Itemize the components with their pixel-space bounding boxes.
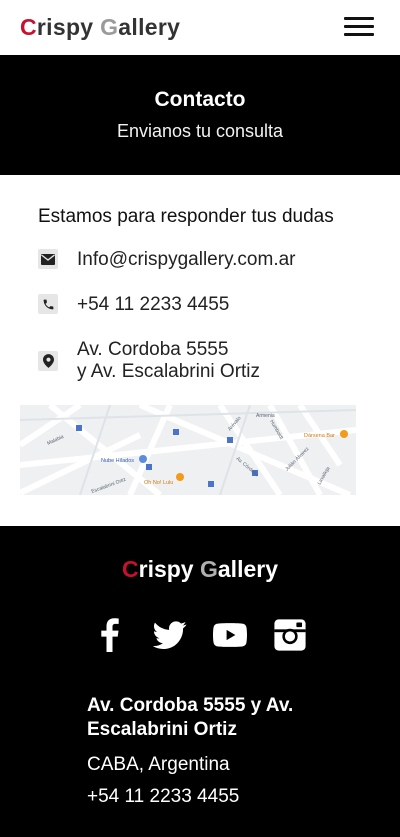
contact-address-row: Av. Cordoba 5555 y Av. Escalabrini Ortiz (38, 339, 378, 383)
menu-line (344, 33, 374, 36)
map-graphic: Nube Hilados Oh No! Lulu Dársena Bar Mal… (20, 405, 356, 495)
map-label: Armenia (256, 413, 275, 419)
contact-hero-banner: Contacto Envianos tu consulta (0, 55, 400, 175)
contact-email[interactable]: Info@crispygallery.com.ar (77, 249, 296, 271)
menu-line (344, 17, 374, 20)
page-title: Contacto (154, 88, 246, 111)
top-navbar: Crispy Gallery (0, 0, 400, 55)
contact-phone-row[interactable]: +54 11 2233 4455 (38, 294, 378, 316)
page-subtitle: Envianos tu consulta (116, 121, 284, 141)
address-line-1: Av. Cordoba 5555 (77, 339, 229, 360)
map-label: Oh No! Lulu (144, 480, 173, 486)
map-label: Nube Hilados (101, 458, 134, 464)
twitter-icon[interactable] (152, 618, 187, 652)
hamburger-menu-icon[interactable] (344, 17, 374, 37)
footer-logo-letter-g: G (200, 556, 218, 582)
envelope-icon (38, 249, 58, 269)
logo-letter-g: G (100, 14, 119, 40)
map-label: Dársena Bar (304, 433, 335, 439)
brand-logo[interactable]: Crispy Gallery (20, 14, 180, 41)
address-line-2: y Av. Escalabrini Ortiz (77, 361, 261, 382)
footer-city: CABA, Argentina (87, 754, 230, 775)
location-map[interactable]: Nube Hilados Oh No! Lulu Dársena Bar Mal… (20, 405, 356, 495)
youtube-icon[interactable] (213, 618, 247, 652)
logo-letter-c: C (20, 14, 37, 40)
footer-logo-letter-c: C (122, 556, 139, 582)
site-footer: Crispy Gallery Av. Cordoba 5555 y Av. Es… (0, 526, 400, 837)
contact-email-row[interactable]: Info@crispygallery.com.ar (38, 249, 378, 271)
map-pin-icon (38, 351, 58, 371)
footer-address: Av. Cordoba 5555 y Av. Escalabrini Ortiz (87, 695, 294, 740)
logo-text-part2: allery (118, 14, 181, 40)
menu-line (344, 25, 374, 28)
footer-logo-text-part1: rispy (138, 556, 200, 582)
instagram-icon[interactable] (273, 618, 307, 652)
footer-logo-text-part2: allery (217, 556, 278, 582)
contact-phone[interactable]: +54 11 2233 4455 (77, 294, 229, 316)
social-links (0, 618, 400, 652)
contact-address: Av. Cordoba 5555 y Av. Escalabrini Ortiz (77, 339, 260, 383)
contact-heading: Estamos para responder tus dudas (38, 206, 334, 227)
footer-phone[interactable]: +54 11 2233 4455 (87, 786, 239, 808)
logo-text-part1: rispy (36, 14, 101, 40)
footer-brand-logo[interactable]: Crispy Gallery (0, 556, 400, 583)
phone-icon (38, 294, 58, 314)
facebook-icon[interactable] (93, 618, 127, 652)
